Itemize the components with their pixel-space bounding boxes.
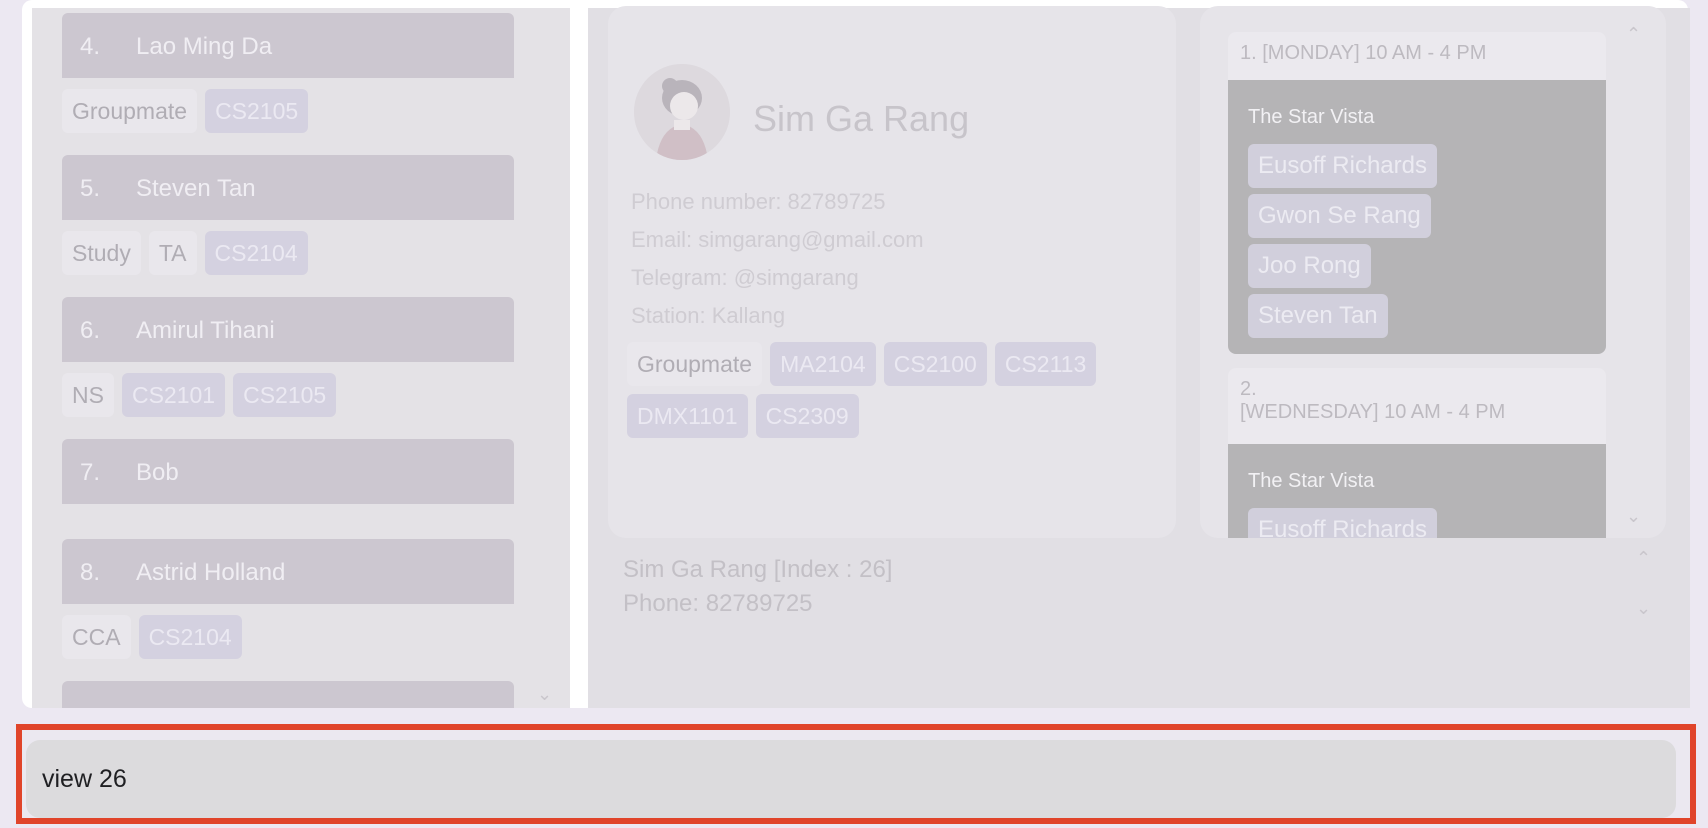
- person-card[interactable]: 8. Astrid Holland: [62, 539, 514, 604]
- person-name: Bob: [136, 459, 179, 486]
- module-tag: CS2105: [233, 373, 337, 417]
- person-card[interactable]: 7. Bob: [62, 439, 514, 504]
- person-index: 4.: [80, 33, 101, 60]
- meetup-person-tag: Joo Rong: [1248, 244, 1371, 288]
- scroll-up-icon[interactable]: ⌃: [1626, 24, 1641, 45]
- meetup-person-tag: Gwon Se Rang: [1248, 194, 1431, 238]
- meetup-location: The Star Vista: [1248, 470, 1375, 492]
- avatar-illustration-icon: [634, 64, 730, 160]
- person-index: 7.: [80, 459, 101, 486]
- module-tag: CS2100: [883, 342, 987, 386]
- person-card[interactable]: 5. Steven Tan: [62, 155, 514, 220]
- tag: Groupmate: [627, 342, 763, 386]
- module-tag: CS2104: [204, 231, 308, 275]
- person-index: 5.: [80, 175, 101, 202]
- result-summary-line1: Sim Ga Rang [Index : 26]: [623, 556, 893, 583]
- scroll-down-icon[interactable]: ⌄: [1636, 598, 1651, 619]
- meetup-person-tag: Eusoff Richards: [1248, 144, 1437, 188]
- meetup-title: 1. [MONDAY] 10 AM - 4 PM: [1228, 32, 1606, 84]
- person-list-panel[interactable]: 4. Lao Ming Da Groupmate CS2105 5. Steve…: [32, 8, 570, 708]
- meetup-person-tag: Steven Tan: [1248, 294, 1388, 338]
- telegram-field: Telegram: @simgarang: [631, 265, 859, 290]
- station-field: Station: Kallang: [631, 303, 786, 328]
- module-tag: CS2113: [994, 342, 1097, 386]
- person-index: 8.: [80, 559, 101, 586]
- phone-field: Phone number: 82789725: [631, 189, 886, 214]
- scroll-down-icon[interactable]: ⌄: [537, 684, 552, 705]
- module-tag: CS2101: [121, 373, 226, 417]
- meetup-location: The Star Vista: [1248, 106, 1375, 128]
- result-summary-line2: Phone: 82789725: [623, 590, 813, 617]
- meetup-list-panel[interactable]: 1. [MONDAY] 10 AM - 4 PM The Star Vista …: [1200, 6, 1666, 538]
- person-detail-tags: Groupmate MA2104 CS2100 CS2113 DMX1101 C…: [627, 342, 1147, 438]
- person-detail-name: Sim Ga Rang: [753, 98, 970, 139]
- module-tag: DMX1101: [627, 394, 748, 438]
- module-tag: CS2105: [205, 89, 309, 133]
- meetup-title-line1: 2.: [1240, 378, 1257, 400]
- person-tags: NS CS2101 CS2105: [62, 373, 337, 417]
- command-text: view 26: [42, 764, 127, 793]
- meetup-people: Eusoff Richards Gwon Se Rang Joo Rong St…: [1248, 144, 1437, 338]
- meetup-body: The Star Vista Eusoff Richards Gwon Se R…: [1228, 80, 1606, 354]
- person-card[interactable]: 6. Amirul Tihani: [62, 297, 514, 362]
- email-field: Email: simgarang@gmail.com: [631, 227, 924, 252]
- scroll-up-icon[interactable]: ⌃: [1636, 548, 1651, 569]
- tag: Groupmate: [62, 89, 198, 133]
- tag: CCA: [62, 615, 131, 659]
- meetup-person-tag: Eusoff Richards: [1248, 508, 1437, 538]
- meetup-title-line2: [WEDNESDAY] 10 AM - 4 PM: [1240, 401, 1506, 423]
- tag: TA: [148, 231, 197, 275]
- module-tag: MA2104: [770, 342, 876, 386]
- person-name: Steven Tan: [136, 175, 256, 202]
- meetup-title: 2. [WEDNESDAY] 10 AM - 4 PM: [1228, 368, 1606, 446]
- module-tag: CS2309: [755, 394, 859, 438]
- person-index: 6.: [80, 317, 101, 344]
- person-detail-card: Sim Ga Rang Phone number: 82789725 Email…: [608, 6, 1176, 538]
- scroll-down-icon[interactable]: ⌄: [1626, 506, 1641, 527]
- command-input[interactable]: view 26: [26, 740, 1676, 818]
- person-card[interactable]: 4. Lao Ming Da: [62, 13, 514, 78]
- person-name: Astrid Holland: [136, 559, 286, 586]
- meetup-body: The Star Vista Eusoff Richards: [1228, 444, 1606, 538]
- person-tags: Groupmate CS2105: [62, 89, 309, 133]
- module-tag: CS2104: [138, 615, 242, 659]
- person-name: Lao Ming Da: [136, 33, 273, 60]
- person-name: Amirul Tihani: [136, 317, 275, 344]
- tag: Study: [62, 231, 141, 275]
- avatar: [634, 64, 730, 160]
- person-tags: CCA CS2104: [62, 615, 242, 659]
- tag: NS: [62, 373, 114, 417]
- person-card-partial[interactable]: [62, 681, 514, 708]
- person-tags: Study TA CS2104: [62, 231, 308, 275]
- meetup-people: Eusoff Richards: [1248, 508, 1437, 538]
